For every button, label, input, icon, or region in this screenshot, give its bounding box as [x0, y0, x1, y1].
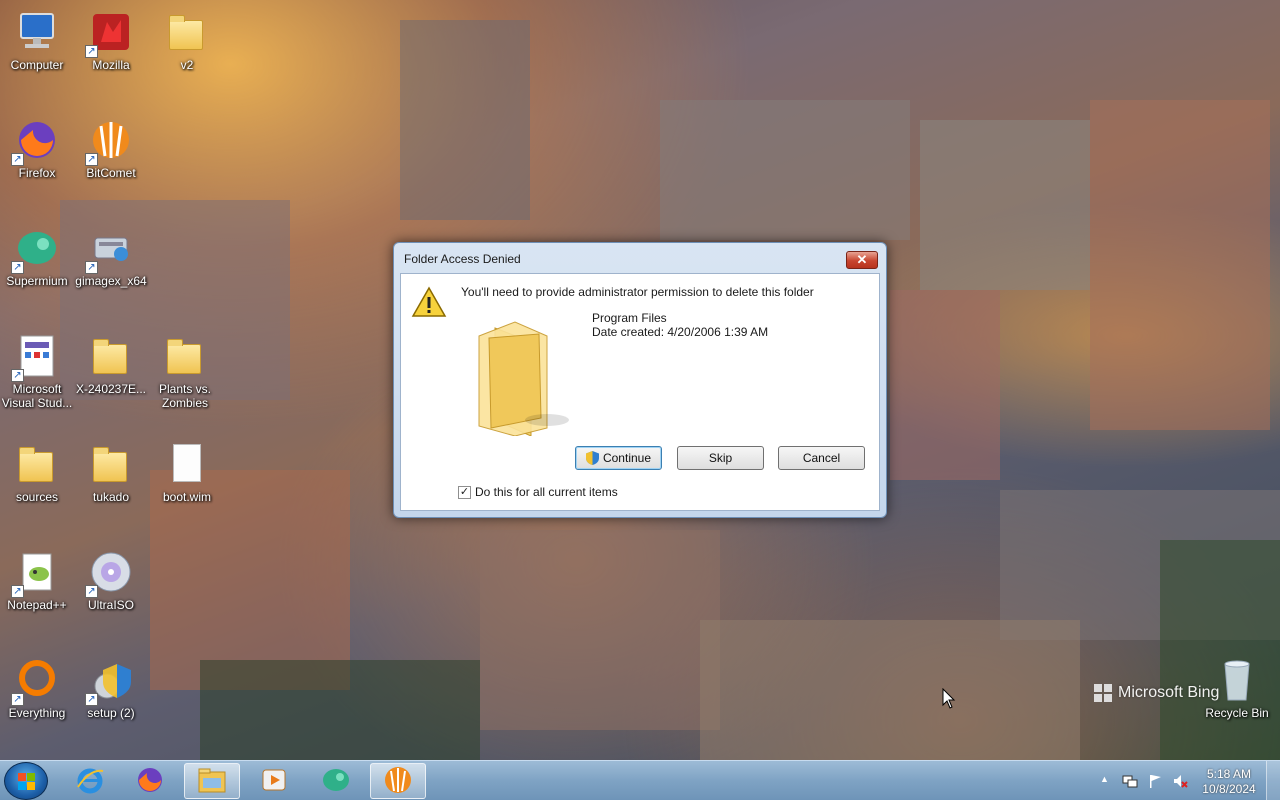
- ultraiso-icon: ↗: [85, 548, 135, 598]
- apply-to-all-checkbox[interactable]: ✓: [458, 485, 471, 499]
- desktop-icon-tukado[interactable]: tukado: [74, 434, 148, 534]
- close-button[interactable]: ✕: [846, 251, 878, 269]
- show-desktop-button[interactable]: [1266, 761, 1280, 800]
- folder-icon: [87, 440, 135, 488]
- windows-logo-icon: [1094, 684, 1112, 702]
- continue-button[interactable]: Continue: [575, 446, 662, 470]
- taskbar-app-media-player[interactable]: [246, 763, 302, 799]
- desktop-icon-bitcomet[interactable]: ↗ BitComet: [74, 110, 148, 210]
- apply-to-all-label: Do this for all current items: [475, 485, 618, 499]
- desktop-icon-boot-wim[interactable]: boot.wim: [150, 434, 224, 534]
- desktop-icon-setup[interactable]: ↗ setup (2): [74, 650, 148, 750]
- desktop-icon-ultraiso[interactable]: ↗ UltraISO: [74, 542, 148, 642]
- clock-date: 10/8/2024: [1202, 782, 1256, 796]
- shortcut-arrow-icon: ↗: [11, 153, 24, 166]
- taskbar-app-supermium[interactable]: [308, 763, 364, 799]
- dialog-body: You'll need to provide administrator per…: [400, 273, 880, 511]
- taskbar-app-bitcomet[interactable]: [370, 763, 426, 799]
- folder-icon: [87, 332, 135, 380]
- desktop-icon-mozilla[interactable]: ↗ Mozilla: [74, 2, 148, 102]
- firefox-icon: [135, 765, 165, 798]
- warning-icon: [411, 286, 447, 318]
- volume-muted-icon[interactable]: [1172, 773, 1188, 789]
- desktop-icon-supermium[interactable]: ↗ Supermium: [0, 218, 74, 318]
- dialog-message: You'll need to provide administrator per…: [461, 285, 814, 299]
- shortcut-arrow-icon: ↗: [11, 693, 24, 706]
- shortcut-arrow-icon: ↗: [85, 153, 98, 166]
- shortcut-arrow-icon: ↗: [11, 261, 24, 274]
- visual-studio-icon: ↗: [11, 332, 61, 382]
- ie-icon: [75, 765, 105, 798]
- large-folder-icon: [469, 308, 579, 437]
- desktop-icon-firefox[interactable]: ↗ Firefox: [0, 110, 74, 210]
- continue-label: Continue: [602, 451, 652, 465]
- shortcut-arrow-icon: ↗: [11, 369, 24, 382]
- desktop-icon-v2[interactable]: v2: [150, 2, 224, 102]
- bitcomet-icon: ↗: [85, 116, 135, 166]
- bing-watermark: Microsoft Bing: [1094, 684, 1219, 702]
- shortcut-arrow-icon: ↗: [85, 261, 98, 274]
- desktop-icon-sources[interactable]: sources: [0, 434, 74, 534]
- file-icon: [163, 440, 211, 488]
- folder-access-denied-dialog: Folder Access Denied ✕ You'll need to pr…: [393, 242, 887, 518]
- desktop-icon-x-folder[interactable]: X-240237E...: [74, 326, 148, 426]
- everything-icon: ↗: [11, 656, 61, 706]
- desktop-icon-gimagex[interactable]: ↗ gimagex_x64: [74, 218, 148, 318]
- computer-icon: [13, 8, 61, 56]
- bitcomet-icon: [383, 765, 413, 798]
- shortcut-arrow-icon: ↗: [85, 585, 98, 598]
- item-date-created: Date created: 4/20/2006 1:39 AM: [592, 325, 769, 339]
- recycle-bin-icon: [1213, 656, 1261, 704]
- mozilla-icon: ↗: [85, 8, 135, 58]
- media-player-icon: [259, 766, 289, 797]
- mouse-cursor-icon: [942, 687, 956, 713]
- firefox-icon: ↗: [11, 116, 61, 166]
- taskbar: ▲ 5:18 AM 10/8/2024: [0, 760, 1280, 800]
- dialog-title: Folder Access Denied: [404, 252, 521, 266]
- shortcut-arrow-icon: ↗: [85, 693, 98, 706]
- clock-time: 5:18 AM: [1206, 767, 1252, 781]
- gimagex-icon: ↗: [85, 224, 135, 274]
- supermium-icon: [321, 766, 351, 797]
- notepadpp-icon: ↗: [11, 548, 61, 598]
- start-button[interactable]: [4, 762, 48, 800]
- windows-logo-icon: [18, 773, 35, 790]
- apply-to-all-row: ✓ Do this for all current items: [458, 485, 618, 499]
- setup-icon: ↗: [85, 656, 135, 706]
- folder-icon: [163, 8, 211, 56]
- uac-shield-icon: [585, 451, 599, 465]
- folder-icon: [13, 440, 61, 488]
- desktop-icon-everything[interactable]: ↗ Everything: [0, 650, 74, 750]
- item-name: Program Files: [592, 311, 667, 325]
- system-clock[interactable]: 5:18 AM 10/8/2024: [1196, 767, 1262, 797]
- taskbar-app-internet-explorer[interactable]: [62, 763, 118, 799]
- shortcut-arrow-icon: ↗: [11, 585, 24, 598]
- shortcut-arrow-icon: ↗: [85, 45, 98, 58]
- action-center-flag-icon[interactable]: [1147, 773, 1163, 789]
- folder-icon: [161, 332, 209, 380]
- bing-watermark-text: Microsoft Bing: [1118, 684, 1220, 701]
- desktop-icon-computer[interactable]: Computer: [0, 2, 74, 102]
- taskbar-app-windows-explorer[interactable]: [184, 763, 240, 799]
- supermium-icon: ↗: [11, 224, 61, 274]
- desktop-icon-plants-vs-zombies[interactable]: Plants vs. Zombies: [148, 326, 222, 426]
- taskbar-app-firefox[interactable]: [122, 763, 178, 799]
- explorer-icon: [196, 766, 228, 797]
- cancel-button[interactable]: Cancel: [778, 446, 865, 470]
- skip-button[interactable]: Skip: [677, 446, 764, 470]
- tray-expand-button[interactable]: ▲: [1100, 774, 1116, 790]
- network-icon[interactable]: [1122, 773, 1138, 789]
- desktop-icon-notepadpp[interactable]: ↗ Notepad++: [0, 542, 74, 642]
- desktop-icon-visual-studio[interactable]: ↗ Microsoft Visual Stud...: [0, 326, 74, 426]
